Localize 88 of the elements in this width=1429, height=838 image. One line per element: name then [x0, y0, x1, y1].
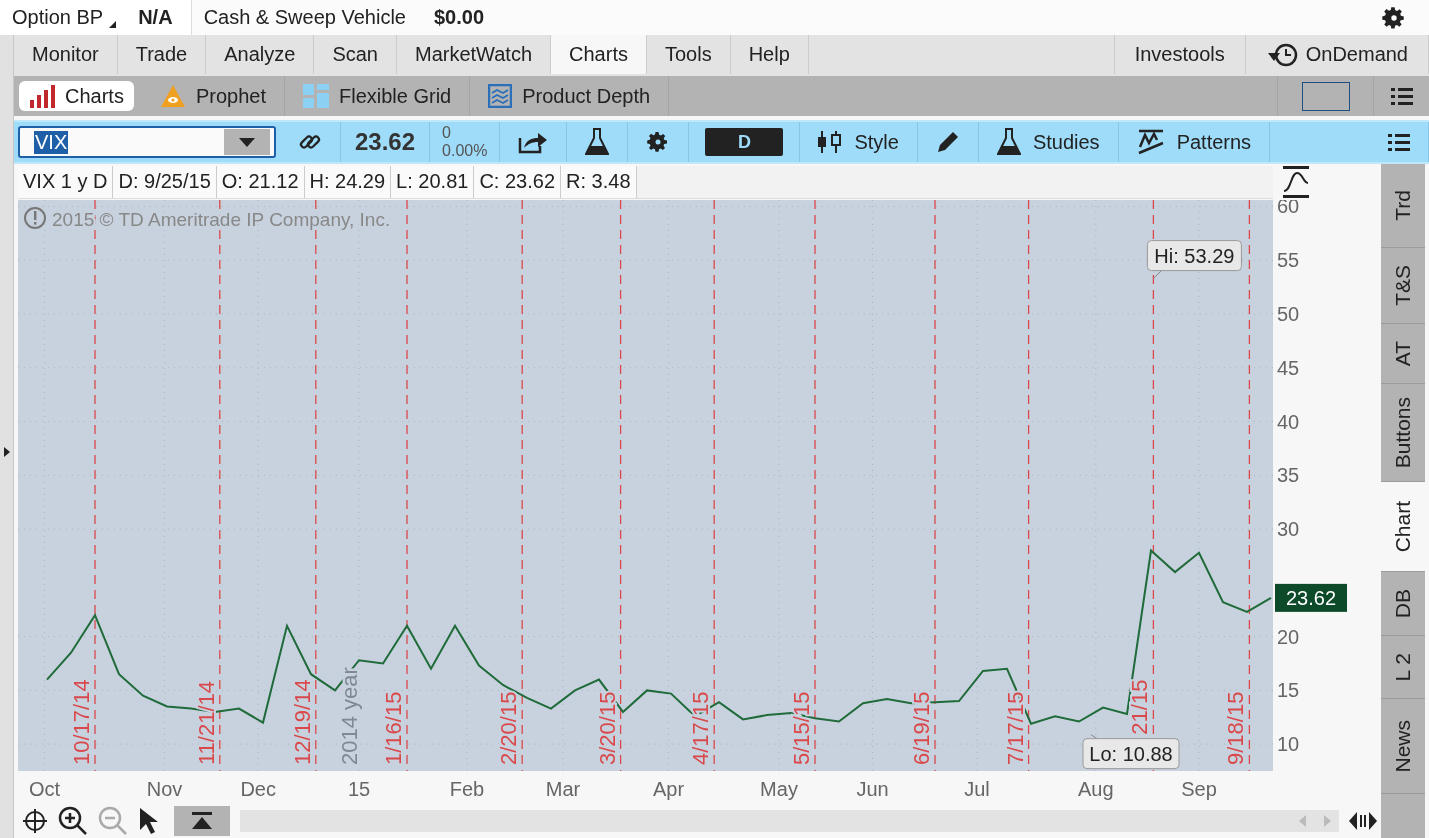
y-axis-label: 45	[1277, 356, 1300, 379]
last-price-tag: 23.62	[1275, 583, 1347, 612]
crosshair-icon[interactable]	[22, 808, 48, 834]
x-axis-label: Aug	[1078, 778, 1114, 800]
date-marker-label: 4/17/15	[688, 691, 714, 765]
date-marker-label: 12/19/14	[289, 679, 315, 765]
toolbar-button[interactable]: Patterns	[1118, 122, 1271, 162]
account-value: N/A	[138, 6, 173, 29]
sub-tab[interactable]: Charts	[19, 81, 134, 111]
y-axis-label: 10	[1277, 733, 1300, 756]
account-label: Option BP	[12, 6, 104, 29]
date-marker-label: 3/20/15	[594, 691, 620, 765]
flask-icon	[585, 128, 610, 156]
x-axis-label: Sep	[1181, 778, 1217, 800]
toolbar-button[interactable]: Style	[800, 122, 918, 162]
collapse-icon	[192, 812, 212, 830]
y-axis-label: 20	[1277, 625, 1300, 648]
toolbar-button[interactable]: Studies	[978, 122, 1119, 162]
share-icon	[518, 130, 549, 154]
x-axis-label: 15	[347, 778, 371, 800]
menu-icon	[1390, 87, 1413, 105]
expand-arrow-icon[interactable]	[3, 446, 10, 457]
pyramid-eye-icon	[159, 84, 186, 108]
info-icon[interactable]	[24, 207, 46, 229]
zoom-in-icon[interactable]	[58, 806, 88, 836]
y-axis-label: 50	[1277, 303, 1300, 325]
net-change: 0	[442, 124, 452, 142]
scale-curve-icon[interactable]	[1281, 166, 1311, 198]
date-marker-label: 10/17/14	[69, 679, 94, 765]
pencil-icon	[935, 130, 960, 154]
bar-chart-icon	[29, 84, 55, 108]
low-callout: Lo: 10.88	[1082, 734, 1180, 770]
info-cell: C: 23.62	[474, 165, 561, 198]
x-axis-label: Jun	[856, 778, 889, 800]
y-axis-label: 60	[1277, 200, 1300, 218]
pattern-line-icon	[1136, 129, 1165, 155]
collapse-button[interactable]	[174, 806, 230, 836]
sub-tab[interactable]: Product Depth	[470, 76, 670, 116]
pointer-icon[interactable]	[138, 807, 160, 835]
y-axis-label: 30	[1277, 518, 1300, 541]
y-axis-label: 40	[1277, 410, 1300, 433]
account-value: $0.00	[433, 6, 485, 29]
sub-tab[interactable]: Prophet	[141, 76, 285, 116]
last-price: 23.62	[341, 122, 431, 162]
info-cell: O: 21.12	[216, 165, 305, 198]
x-axis-label: Nov	[146, 778, 183, 800]
depth-chart-icon	[488, 84, 513, 108]
x-axis-label: Apr	[653, 778, 685, 800]
date-marker-label: 11/21/14	[193, 681, 219, 765]
dropdown-button[interactable]	[224, 129, 270, 155]
sub-tab[interactable]: Flexible Grid	[284, 76, 471, 116]
date-marker-label: 7/17/15	[1002, 691, 1028, 765]
grid-icon	[302, 84, 329, 108]
side-tab[interactable]: Chart	[1381, 482, 1425, 572]
flask-icon	[996, 128, 1021, 156]
info-cell: R: 3.48	[561, 165, 637, 198]
y-axis-label: 55	[1277, 249, 1300, 272]
resize-handle-icon[interactable]	[1349, 812, 1377, 830]
x-axis-label: May	[760, 778, 798, 800]
date-marker-label: 9/18/15	[1223, 691, 1249, 765]
y-axis-label: 15	[1277, 679, 1300, 702]
x-axis-label: Feb	[449, 778, 485, 800]
candlestick-icon	[818, 130, 843, 154]
dropdown-corner-icon[interactable]	[109, 21, 117, 28]
date-marker-label: 2/20/15	[496, 691, 522, 765]
date-marker-label: 1/16/15	[381, 691, 406, 765]
info-cell: H: 24.29	[304, 165, 392, 198]
percent-change: 0.00%	[442, 142, 488, 160]
info-cell: D: 9/25/15	[113, 165, 217, 198]
x-axis-label: Jul	[964, 778, 990, 800]
y-axis-label: 35	[1277, 464, 1300, 487]
date-marker-label: 5/15/15	[789, 691, 814, 765]
info-cell: L: 20.81	[391, 165, 475, 198]
high-callout: Hi: 53.29	[1146, 240, 1242, 280]
x-axis-label: Oct	[29, 778, 61, 800]
x-axis-label: Mar	[545, 778, 581, 800]
caret-icon	[239, 137, 255, 147]
info-cell: VIX 1 y D	[18, 165, 114, 198]
date-marker-label: 21/15	[1127, 679, 1153, 735]
date-marker-label: 6/19/15	[909, 691, 934, 765]
settings-icon[interactable]	[1381, 4, 1407, 31]
account-label: Cash & Sweep Vehicle	[203, 6, 406, 29]
symbol-field[interactable]: VIX	[18, 126, 276, 158]
year-label: 2014 year	[336, 667, 362, 765]
period-button[interactable]: D	[705, 128, 784, 156]
main-tab[interactable]: Charts	[551, 35, 647, 74]
x-axis-label: Dec	[240, 778, 276, 800]
menu-icon	[1388, 133, 1410, 151]
